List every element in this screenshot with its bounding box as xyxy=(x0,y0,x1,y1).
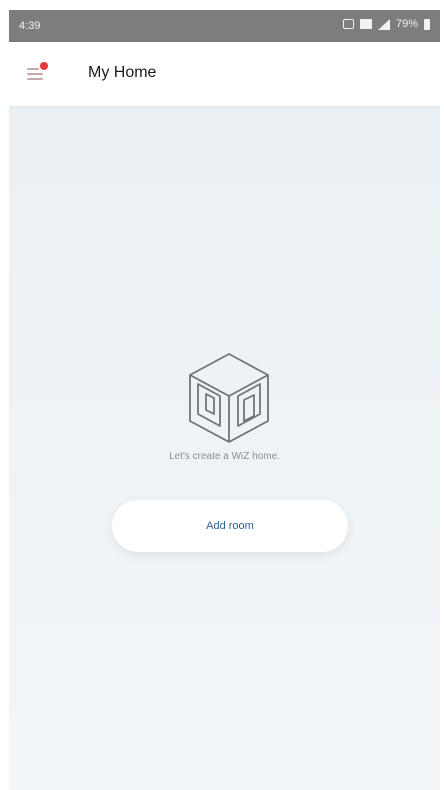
empty-state-message: Let's create a WiZ home. xyxy=(169,451,280,462)
app-screen: 4:39 79% My Home Let's create a WiZ home… xyxy=(9,10,440,790)
add-room-button[interactable]: Add room xyxy=(112,500,348,552)
empty-state: Let's create a WiZ home. Add room xyxy=(9,10,440,790)
room-cube-icon xyxy=(189,353,269,443)
add-room-label: Add room xyxy=(206,520,254,532)
